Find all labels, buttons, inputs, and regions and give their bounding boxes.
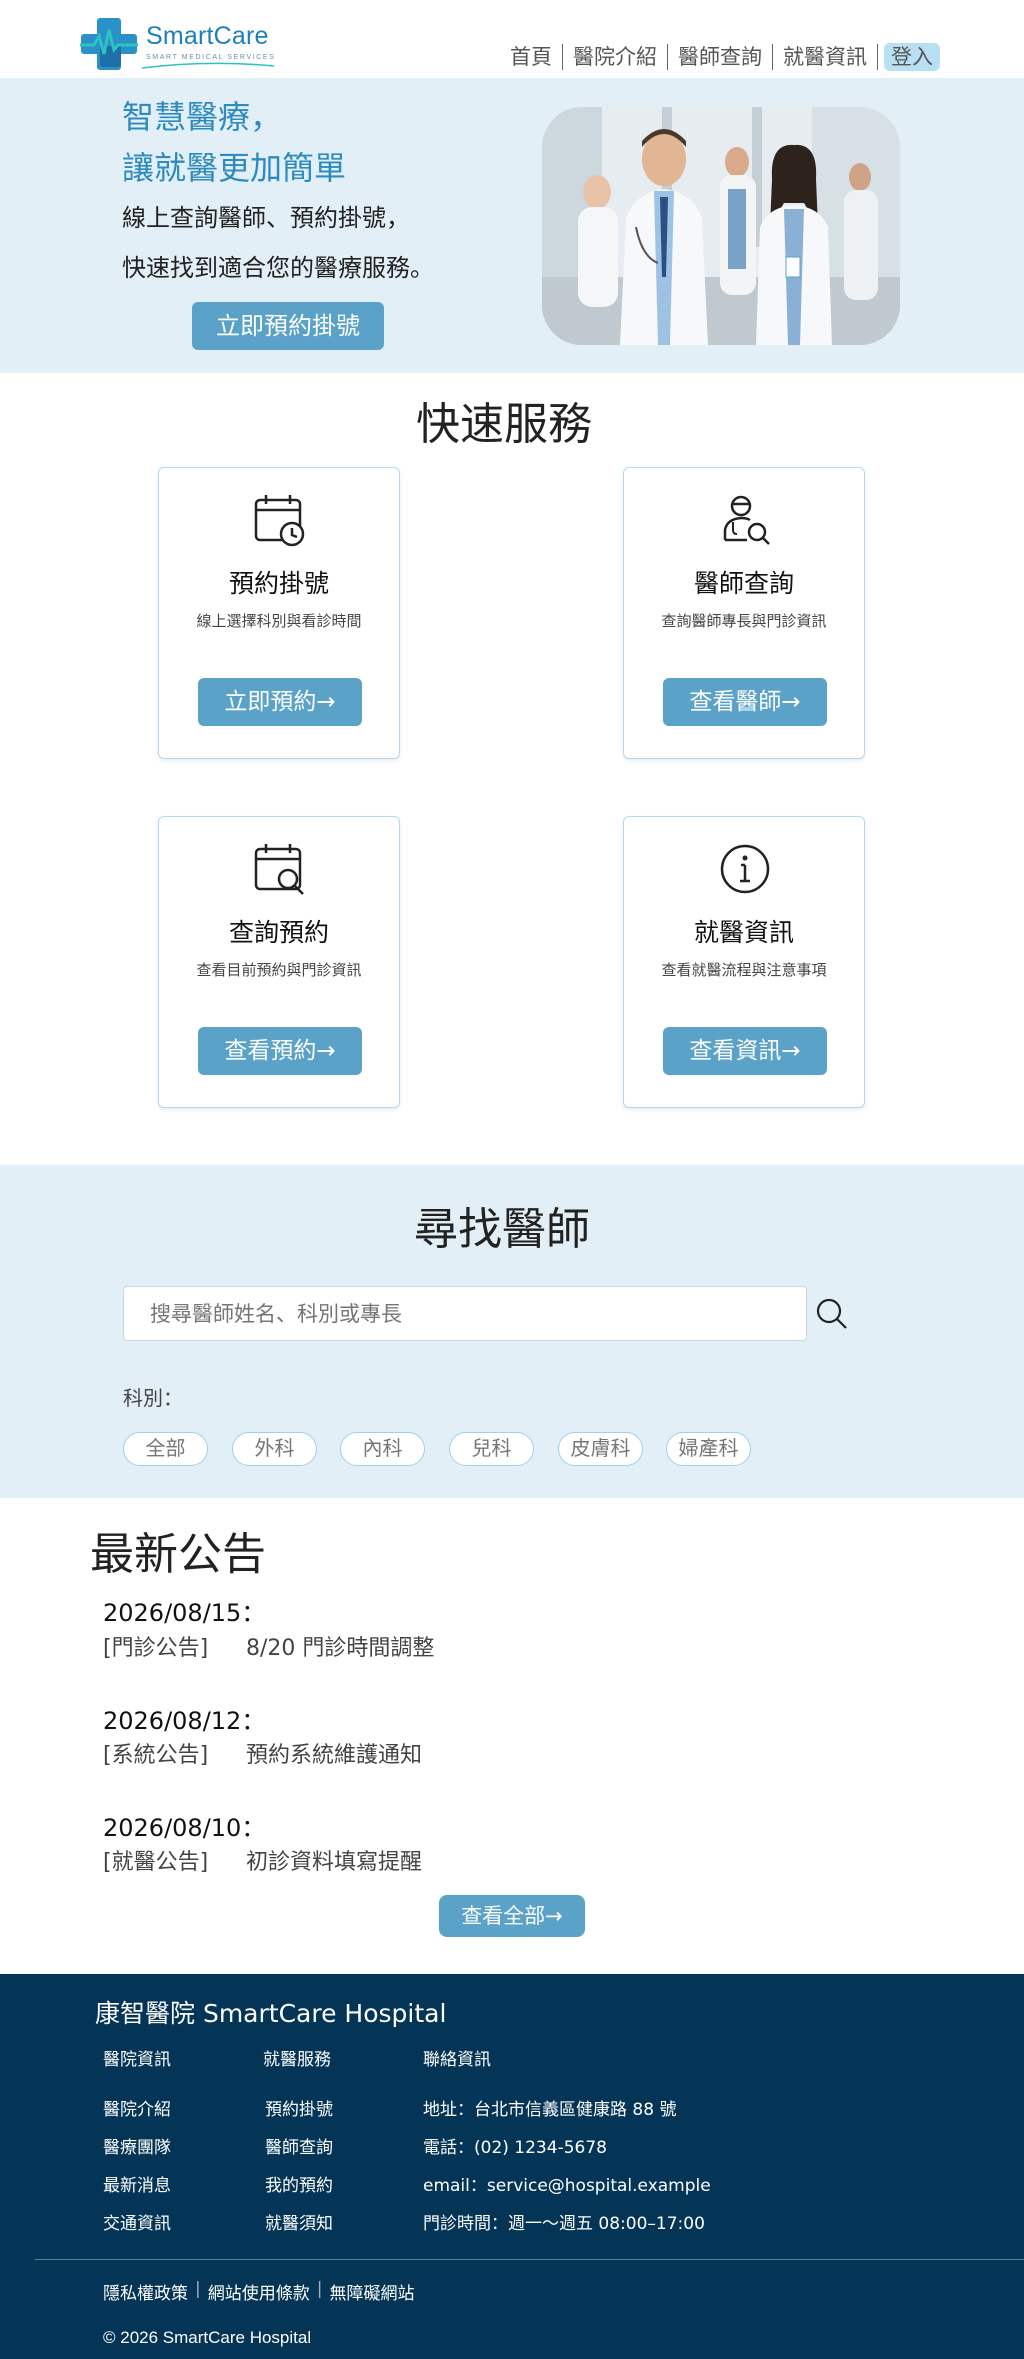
announcement-link[interactable]: 預約系統維護通知 — [246, 1737, 422, 1769]
search-icon[interactable] — [815, 1297, 849, 1331]
service-card-booking: 預約掛號 線上選擇科別與看診時間 立即預約→ — [158, 467, 400, 759]
doctor-search-icon — [723, 495, 770, 545]
medical-cross-icon — [80, 18, 138, 70]
nav-info[interactable]: 就醫資訊 — [773, 44, 878, 70]
dept-chip-surgery[interactable]: 外科 — [232, 1432, 317, 1466]
footer-link[interactable]: 交通資訊 — [103, 2209, 171, 2234]
view-info-button[interactable]: 查看資訊→ — [663, 1027, 827, 1075]
department-label: 科別： — [123, 1386, 183, 1410]
announcement-tag: [門診公告] — [103, 1636, 209, 1661]
view-doctors-button[interactable]: 查看醫師→ — [663, 678, 827, 726]
dept-chip-dermatology[interactable]: 皮膚科 — [558, 1432, 643, 1466]
terms-of-use-link[interactable]: 網站使用條款 — [208, 2279, 310, 2304]
announcement-date: 2026/08/10： — [103, 1814, 266, 1842]
hero-subtitle-line2: 快速找到適合您的醫療服務。 — [122, 254, 434, 282]
card-title: 預約掛號 — [228, 569, 329, 598]
doctors-photo — [542, 107, 900, 345]
card-desc: 查看就醫流程與注意事項 — [661, 961, 827, 979]
announcement-date: 2026/08/12： — [103, 1707, 266, 1735]
card-title: 醫師查詢 — [693, 569, 794, 598]
view-appointments-button[interactable]: 查看預約→ — [198, 1027, 362, 1075]
site-footer: 康智醫院 SmartCare Hospital 醫院資訊 就醫服務 聯絡資訊 醫… — [0, 1974, 1024, 2359]
book-now-button[interactable]: 立即預約→ — [198, 678, 362, 726]
service-card-doctors: 醫師查詢 查詢醫師專長與門診資訊 查看醫師→ — [623, 467, 865, 759]
announcement-date: 2026/08/15： — [103, 1599, 266, 1627]
calendar-clock-icon — [254, 495, 305, 547]
announcement-tag: [系統公告] — [103, 1743, 209, 1768]
doctor-search-title: 尋找醫師 — [414, 1204, 590, 1255]
footer-heading-services: 就醫服務 — [263, 2050, 331, 2070]
accessibility-link[interactable]: 無障礙網站 — [329, 2279, 414, 2304]
footer-heading-hospital: 醫院資訊 — [103, 2050, 171, 2070]
legal-separator: | — [316, 2279, 323, 2299]
footer-email[interactable]: email：service@hospital.example — [423, 2171, 711, 2196]
doctor-search-input[interactable] — [123, 1286, 807, 1341]
footer-link[interactable]: 就醫須知 — [265, 2209, 333, 2234]
announcement-tag: [就醫公告] — [103, 1850, 209, 1875]
login-button[interactable]: 登入 — [884, 43, 940, 71]
brand-name: SmartCare — [146, 22, 269, 50]
card-title: 查詢預約 — [228, 918, 329, 947]
smartcare-logo[interactable]: SmartCare SMART MEDICAL SERVICES — [80, 16, 280, 72]
footer-link[interactable]: 預約掛號 — [265, 2095, 333, 2120]
dept-chip-all[interactable]: 全部 — [123, 1432, 208, 1466]
logo-swoosh — [142, 62, 274, 69]
book-appointment-button[interactable]: 立即預約掛號 — [192, 302, 384, 350]
announcement-link[interactable]: 初診資料填寫提醒 — [246, 1844, 422, 1876]
footer-link[interactable]: 醫療團隊 — [103, 2133, 171, 2158]
footer-phone: 電話：(02) 1234-5678 — [423, 2138, 607, 2158]
quick-services-title: 快速服務 — [416, 399, 592, 450]
doctors-illustration — [542, 107, 900, 345]
footer-link[interactable]: 醫院介紹 — [103, 2095, 171, 2120]
footer-address: 地址：台北市信義區健康路 88 號 — [423, 2100, 677, 2120]
hero-title-line2: 讓就醫更加簡單 — [122, 149, 347, 187]
footer-link[interactable]: 醫師查詢 — [265, 2133, 333, 2158]
dept-chip-internal[interactable]: 內科 — [340, 1432, 425, 1466]
footer-link[interactable]: 最新消息 — [103, 2171, 171, 2196]
brand-tagline: SMART MEDICAL SERVICES — [146, 54, 276, 61]
hero-title-line1: 智慧醫療， — [122, 98, 283, 136]
nav-doctors[interactable]: 醫師查詢 — [668, 44, 773, 70]
dept-chip-pediatrics[interactable]: 兒科 — [449, 1432, 534, 1466]
dept-chip-obgyn[interactable]: 婦產科 — [666, 1432, 751, 1466]
footer-hours: 門診時間：週一～週五 08:00–17:00 — [423, 2214, 705, 2234]
legal-separator: | — [195, 2279, 201, 2299]
card-title: 就醫資訊 — [693, 918, 794, 947]
info-icon — [720, 844, 770, 894]
footer-heading-contact: 聯絡資訊 — [423, 2050, 491, 2070]
hero-title: 智慧醫療， 讓就醫更加簡單 — [122, 92, 346, 194]
footer-legal-links: 隱私權政策 | 網站使用條款 | 無障礙網站 — [103, 2279, 414, 2304]
copyright: © 2026 SmartCare Hospital — [103, 2328, 312, 2347]
service-card-appointments: 查詢預約 查看目前預約與門診資訊 查看預約→ — [158, 816, 400, 1108]
view-all-announcements-button[interactable]: 查看全部→ — [439, 1895, 585, 1937]
footer-title: 康智醫院 SmartCare Hospital — [95, 1999, 447, 2028]
nav-about[interactable]: 醫院介紹 — [563, 44, 668, 70]
service-card-info: 就醫資訊 查看就醫流程與注意事項 查看資訊→ — [623, 816, 865, 1108]
card-desc: 查詢醫師專長與門診資訊 — [661, 612, 827, 630]
card-desc: 查看目前預約與門診資訊 — [196, 961, 362, 979]
announcements-title: 最新公告 — [90, 1529, 266, 1580]
card-desc: 線上選擇科別與看診時間 — [196, 612, 362, 630]
site-header: SmartCare SMART MEDICAL SERVICES 首頁 醫院介紹… — [0, 0, 1024, 78]
main-nav: 首頁 醫院介紹 醫師查詢 就醫資訊 登入 — [510, 43, 940, 71]
calendar-search-icon — [254, 844, 304, 895]
nav-home[interactable]: 首頁 — [510, 44, 563, 70]
announcement-link[interactable]: 8/20 門診時間調整 — [246, 1630, 434, 1662]
footer-link[interactable]: 我的預約 — [265, 2171, 333, 2196]
footer-divider — [35, 2259, 1024, 2260]
privacy-policy-link[interactable]: 隱私權政策 — [103, 2279, 188, 2304]
hero-subtitle-line1: 線上查詢醫師、預約掛號， — [122, 204, 410, 232]
